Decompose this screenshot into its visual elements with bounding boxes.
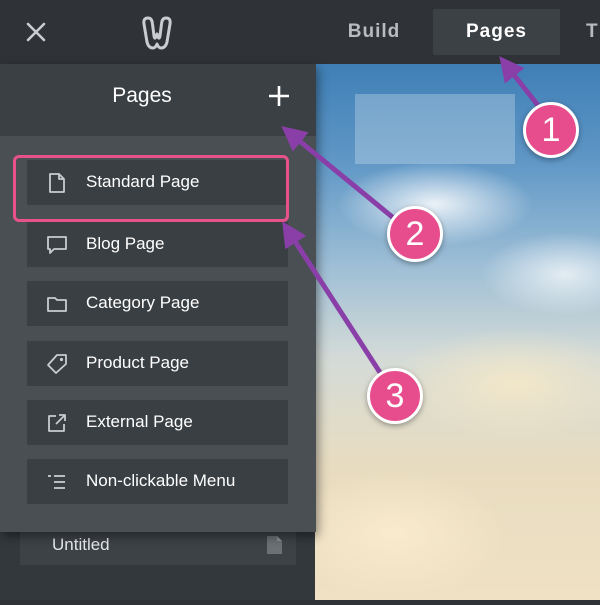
top-bar: Build Pages T: [0, 0, 600, 64]
page-type-label: External Page: [86, 412, 193, 431]
page-type-label: Category Page: [86, 293, 200, 312]
page-type-label: Product Page: [86, 353, 190, 372]
panel-header: Pages: [0, 64, 316, 136]
sidebar-page-label: Untitled: [52, 535, 110, 554]
external-link-icon: [45, 411, 69, 435]
site-preview-image: [315, 64, 600, 600]
tab-pages[interactable]: Pages: [433, 9, 560, 55]
page-type-label: Blog Page: [86, 234, 165, 253]
panel-title: Pages: [112, 84, 172, 107]
page-icon: [267, 536, 282, 554]
plus-icon[interactable]: [266, 83, 292, 109]
page-type-category[interactable]: Category Page: [27, 281, 288, 326]
tab-build[interactable]: Build: [334, 9, 414, 55]
page-type-label: Non-clickable Menu: [86, 471, 236, 490]
page-type-blog[interactable]: Blog Page: [27, 222, 288, 267]
weebly-logo-icon[interactable]: [138, 14, 176, 52]
speech-bubble-icon: [45, 233, 69, 257]
tab-next[interactable]: T: [586, 9, 600, 55]
page-type-product[interactable]: Product Page: [27, 341, 288, 386]
menu-lines-icon: [45, 470, 69, 494]
close-icon[interactable]: [22, 18, 50, 46]
add-page-panel: Pages Standard Page Blog Page Category P…: [0, 64, 316, 532]
standard-page-highlight: [13, 155, 289, 222]
folder-icon: [45, 292, 69, 316]
tag-icon: [45, 352, 69, 376]
page-type-non-clickable-menu[interactable]: Non-clickable Menu: [27, 459, 288, 504]
page-type-external[interactable]: External Page: [27, 400, 288, 445]
